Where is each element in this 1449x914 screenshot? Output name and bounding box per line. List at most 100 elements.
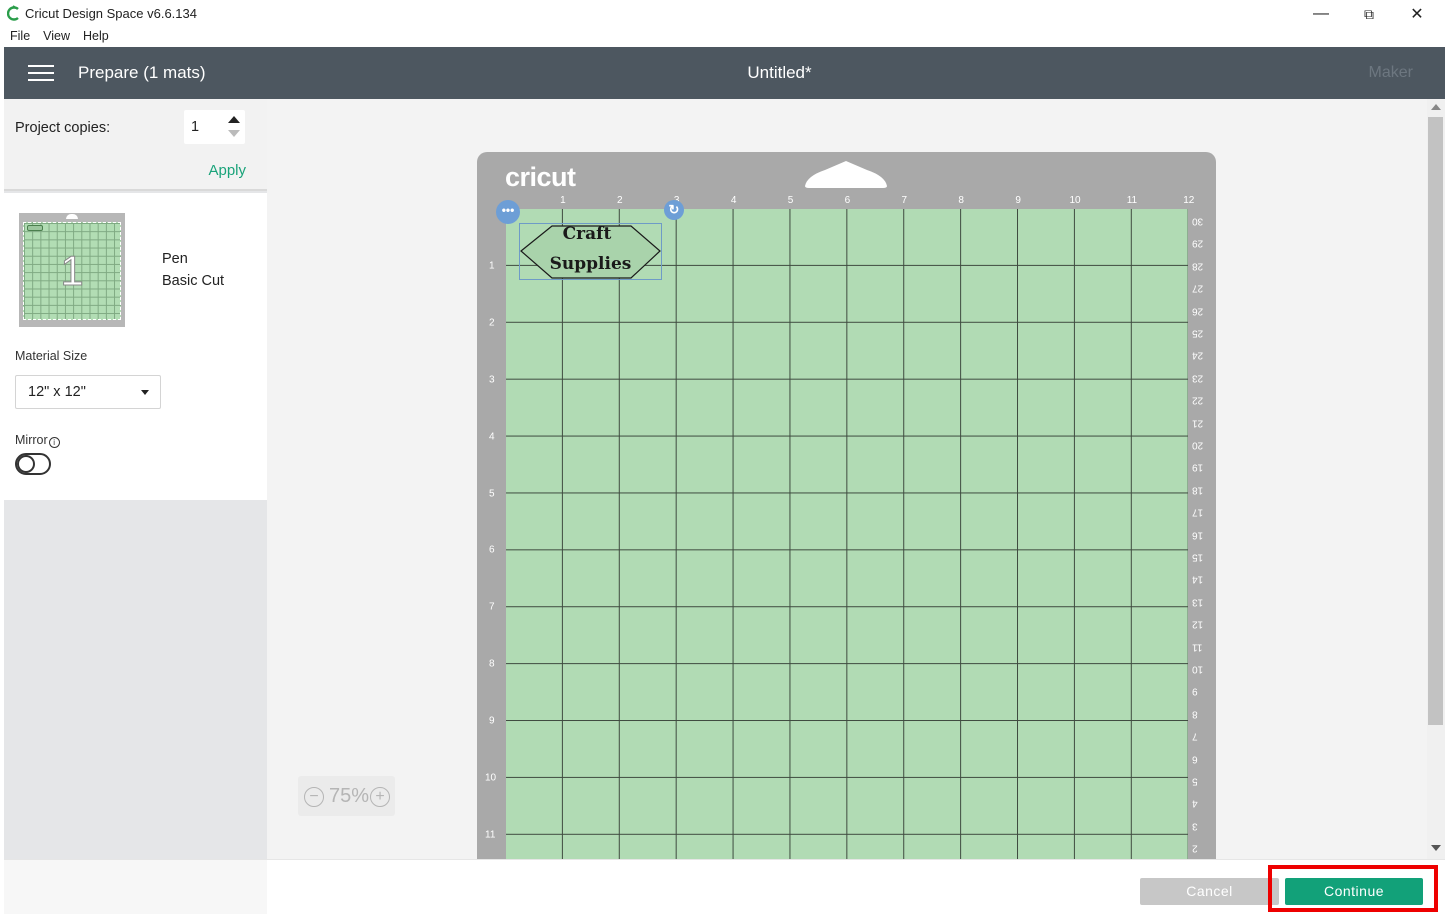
project-copies-stepper[interactable]: 1 (184, 110, 245, 144)
mat-notch-shape (805, 161, 887, 188)
zoom-out-icon[interactable]: − (304, 787, 324, 807)
ruler-right-tick: 10 (1192, 663, 1204, 675)
ruler-right-tick: 27 (1192, 282, 1204, 294)
increment-icon[interactable] (228, 116, 240, 123)
ruler-right-tick: 24 (1192, 349, 1204, 361)
ruler-left-tick: 10 (485, 772, 497, 784)
hamburger-menu-icon[interactable] (28, 65, 54, 83)
ruler-top-tick: 9 (1015, 195, 1021, 206)
mat-grid[interactable] (506, 209, 1188, 859)
ruler-top-tick: 10 (1069, 195, 1081, 206)
mat-cut-label: Basic Cut (162, 273, 225, 289)
ruler-right-tick: 23 (1192, 372, 1204, 384)
ruler-left-tick: 11 (485, 829, 496, 841)
project-copies-label: Project copies: (15, 120, 111, 136)
ruler-right-tick: 9 (1192, 685, 1198, 697)
decrement-icon[interactable] (228, 130, 240, 137)
ruler-right-tick: 6 (1192, 753, 1198, 765)
more-options-icon[interactable]: ••• (496, 200, 520, 224)
ruler-right-tick: 4 (1192, 797, 1198, 809)
ruler-left-tick: 5 (489, 488, 495, 499)
menu-help[interactable]: Help (83, 29, 109, 43)
zoom-in-icon[interactable]: + (370, 787, 390, 807)
ruler-top-tick: 7 (901, 195, 908, 206)
page-title: Prepare (1 mats) (78, 63, 206, 82)
ruler-left: 1 2 3 4 5 6 7 8 9 10 11 (485, 209, 505, 859)
app-window: Cricut Design Space v6.6.134 — ⧉ ✕ File … (0, 0, 1449, 914)
menu-file[interactable]: File (10, 29, 30, 43)
ruler-right-tick: 28 (1192, 260, 1204, 272)
scrollbar-thumb[interactable] (1428, 117, 1443, 725)
copies-section: Project copies: 1 Apply (4, 99, 267, 191)
ruler-right-tick: 25 (1192, 327, 1204, 339)
ruler-right-tick: 19 (1192, 461, 1204, 473)
ruler-right-tick: 11 (1192, 641, 1203, 653)
info-icon[interactable]: i (48, 437, 60, 448)
apply-button[interactable]: Apply (208, 162, 246, 179)
ruler-top-tick: 4 (730, 195, 737, 206)
ruler-right-tick: 18 (1192, 484, 1204, 496)
mirror-toggle[interactable] (15, 453, 51, 475)
ruler-left-tick: 1 (489, 260, 495, 272)
material-size-dropdown[interactable]: 12" x 12" (15, 375, 161, 409)
ruler-top-tick: 2 (617, 195, 623, 206)
zoom-control: − 75% + (298, 776, 395, 816)
scroll-down-icon[interactable] (1431, 845, 1441, 851)
cricut-logo-icon (7, 5, 19, 21)
ruler-left-tick: 8 (489, 658, 495, 670)
footer-bar: Cancel Continue (4, 859, 1445, 914)
ruler-top-tick: 1 (560, 195, 566, 206)
project-copies-value[interactable]: 1 (191, 119, 199, 135)
ruler-top: 123456789101112 (506, 195, 1206, 209)
ruler-right-tick: 17 (1192, 506, 1204, 518)
ruler-right-tick: 5 (1192, 775, 1198, 787)
document-title: Untitled* (747, 63, 812, 82)
ruler-left-tick: 6 (489, 544, 495, 556)
toggle-knob (17, 455, 35, 473)
rotate-icon[interactable]: ↻ (664, 200, 684, 220)
mat-brand-logo: cricut (505, 162, 576, 192)
ruler-right-tick: 22 (1192, 394, 1204, 406)
scroll-up-icon[interactable] (1431, 104, 1441, 110)
machine-selector[interactable]: Maker (1369, 64, 1413, 82)
vertical-scrollbar[interactable] (1427, 99, 1445, 859)
mat-thumbnail[interactable]: 1 (19, 213, 125, 327)
ruler-right-tick: 30 (1192, 215, 1204, 227)
ruler-right-tick: 14 (1192, 573, 1204, 585)
material-size-label: Material Size (15, 349, 88, 363)
ruler-right-tick: 16 (1192, 529, 1204, 541)
ruler-top-tick: 8 (958, 195, 964, 206)
thumbnail-design-icon (27, 225, 43, 231)
restore-icon[interactable]: ⧉ (1346, 2, 1392, 26)
ruler-right-tick: 26 (1192, 305, 1204, 317)
minimize-icon[interactable]: — (1298, 2, 1344, 26)
mat-settings: 1 Pen Basic Cut Material Size 12" x 12" … (4, 193, 267, 500)
ruler-right-tick: 20 (1192, 439, 1204, 451)
material-size-value: 12" x 12" (28, 384, 86, 400)
ruler-left-tick: 7 (489, 601, 495, 613)
ruler-left-tick: 9 (489, 715, 495, 727)
ruler-right-tick: 8 (1192, 708, 1198, 720)
ruler-top-tick: 11 (1126, 195, 1138, 206)
ruler-right: 30 29 28 27 26 25 24 23 22 21 20 19 18 17 16 15 14 13 12 11… (1188, 209, 1212, 859)
ruler-right-tick: 2 (1192, 842, 1198, 854)
app-header: Prepare (1 mats) Untitled* Maker (4, 47, 1445, 99)
ruler-right-tick: 15 (1192, 551, 1204, 563)
cancel-button[interactable]: Cancel (1140, 878, 1279, 905)
ruler-right-tick: 12 (1192, 618, 1204, 630)
menu-view[interactable]: View (43, 29, 70, 43)
ruler-right-tick: 29 (1192, 237, 1204, 249)
title-bar: Cricut Design Space v6.6.134 — ⧉ ✕ (0, 0, 1449, 26)
ruler-top-tick: 12 (1183, 195, 1195, 206)
ruler-left-tick: 3 (489, 374, 495, 386)
app-title: Cricut Design Space v6.6.134 (25, 6, 197, 21)
highlight-box (1268, 865, 1438, 912)
left-panel: Project copies: 1 Apply 1 Pen Basic Cut … (4, 99, 267, 859)
ruler-right-tick: 7 (1192, 730, 1198, 742)
ruler-right-tick: 13 (1192, 596, 1204, 608)
ruler-right-tick: 3 (1192, 820, 1198, 832)
close-icon[interactable]: ✕ (1394, 2, 1440, 26)
mirror-label: Mirror i (15, 433, 60, 448)
mat-tool-label: Pen (162, 251, 188, 267)
design-text-line2: Supplies (549, 254, 632, 274)
